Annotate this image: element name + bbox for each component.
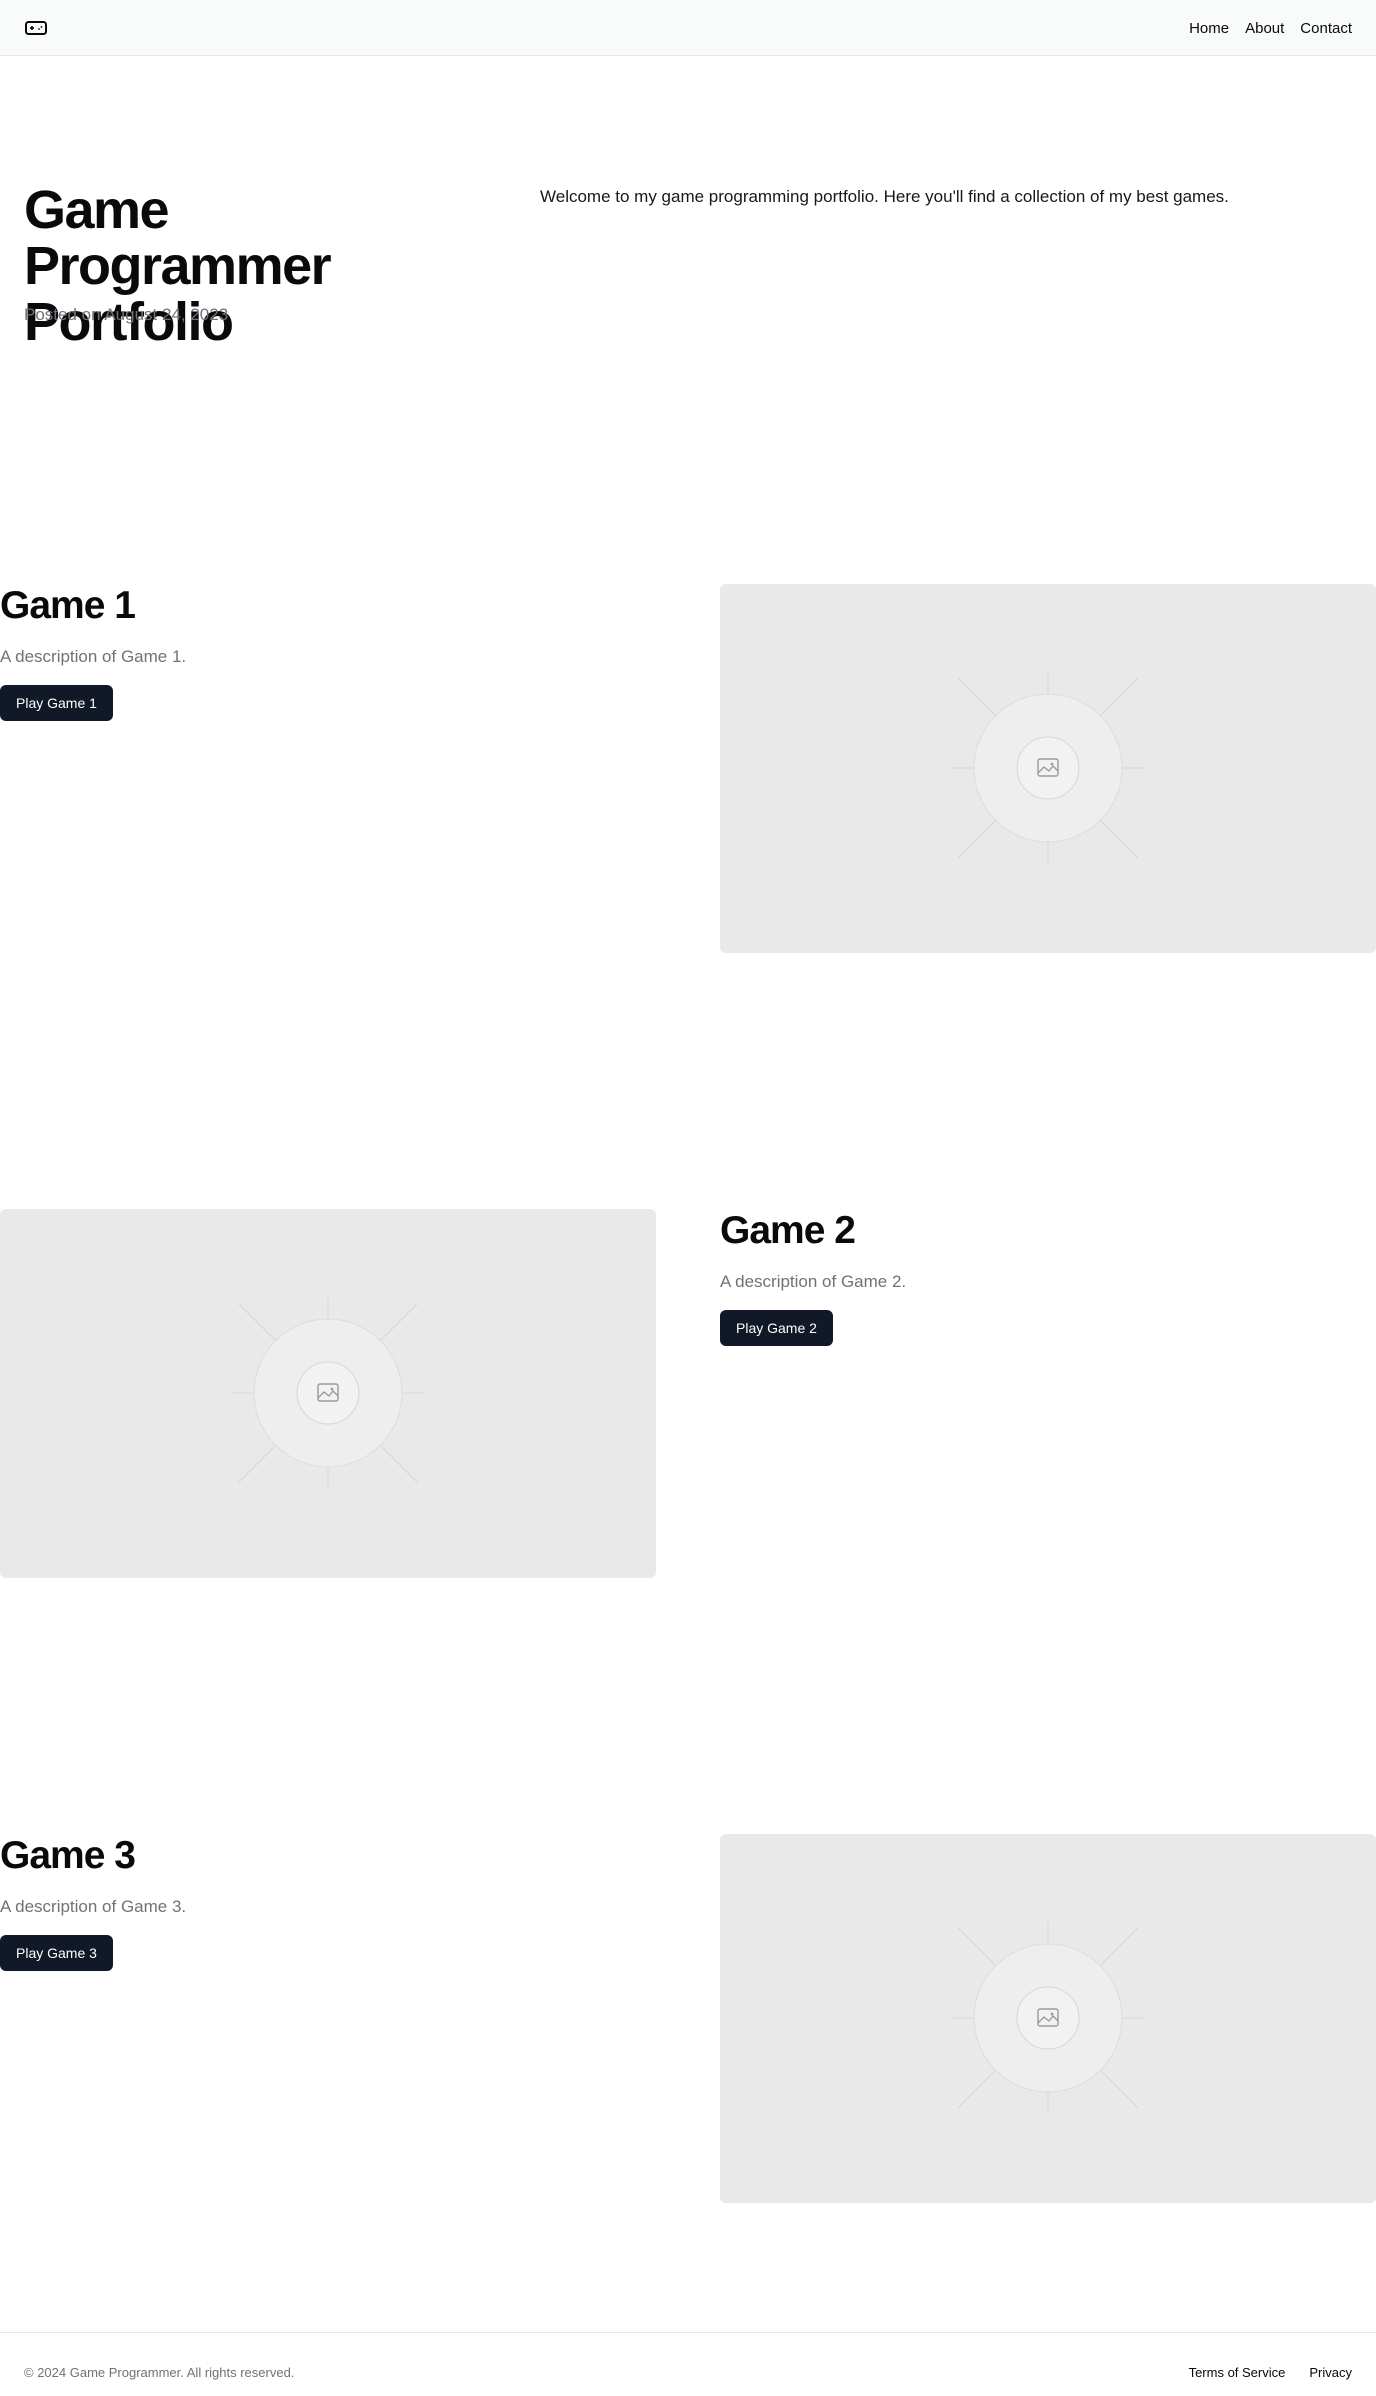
- privacy-link[interactable]: Privacy: [1309, 2365, 1352, 2380]
- nav-home-link[interactable]: Home: [1189, 20, 1229, 37]
- image-placeholder-icon: [952, 672, 1144, 864]
- game-2-title: Game 2: [720, 1209, 856, 1252]
- game-1-description: A description of Game 1.: [0, 647, 187, 666]
- game-2-description: A description of Game 2.: [720, 1272, 907, 1291]
- play-game-2-button[interactable]: Play Game 2: [720, 1310, 833, 1346]
- game-2-image: [0, 1209, 656, 1578]
- nav-contact-link[interactable]: Contact: [1300, 20, 1352, 37]
- nav-about-link[interactable]: About: [1245, 20, 1284, 37]
- game-1-image: [720, 584, 1376, 953]
- play-game-1-button[interactable]: Play Game 1: [0, 685, 113, 721]
- game-1-title: Game 1: [0, 584, 136, 627]
- image-placeholder-icon: [232, 1297, 424, 1489]
- site-footer: © 2024 Game Programmer. All rights reser…: [0, 2332, 1376, 2396]
- main-nav: Home About Contact: [1189, 0, 1352, 56]
- terms-link[interactable]: Terms of Service: [1189, 2365, 1286, 2380]
- intro-text: Welcome to my game programming portfolio…: [540, 187, 1229, 206]
- game-3-title: Game 3: [0, 1834, 136, 1877]
- image-placeholder-icon: [952, 1922, 1144, 2114]
- gamepad-icon[interactable]: [24, 17, 48, 39]
- game-3-image: [720, 1834, 1376, 2203]
- site-header: Home About Contact: [0, 0, 1376, 56]
- copyright-text: © 2024 Game Programmer. All rights reser…: [24, 2365, 295, 2380]
- footer-links: Terms of Service Privacy: [1189, 2365, 1352, 2380]
- game-3-description: A description of Game 3.: [0, 1897, 187, 1916]
- post-date: Posted on August 24, 2023: [24, 305, 229, 324]
- play-game-3-button[interactable]: Play Game 3: [0, 1935, 113, 1971]
